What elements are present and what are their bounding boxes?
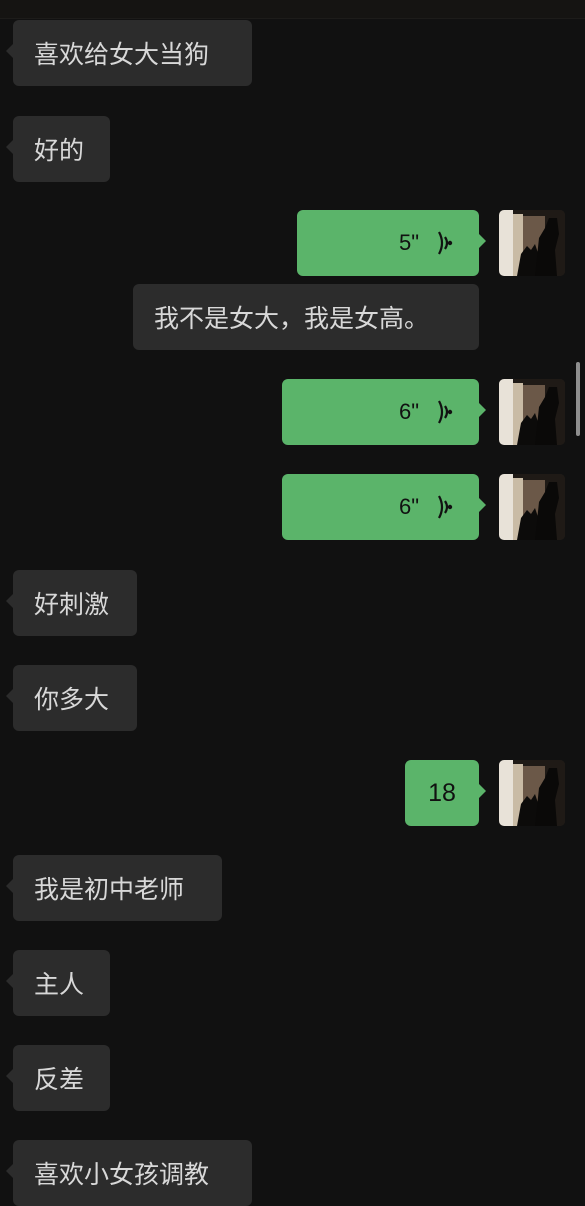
incoming-message[interactable]: 你多大 — [6, 665, 137, 731]
avatar-photo — [499, 210, 565, 276]
avatar-photo — [499, 474, 565, 540]
message-text: 我是初中老师 — [34, 875, 185, 904]
avatar[interactable] — [499, 379, 565, 445]
incoming-message[interactable]: 好的 — [6, 116, 110, 182]
avatar[interactable] — [499, 210, 565, 276]
message-text: 反差 — [34, 1065, 85, 1094]
message-text: 好刺激 — [34, 590, 110, 619]
incoming-message[interactable]: 喜欢小女孩调教 — [6, 1140, 252, 1206]
voice-wave-icon — [438, 495, 453, 519]
message-text: 喜欢给女大当狗 — [34, 40, 210, 69]
outgoing-voice-message[interactable]: 5" — [297, 210, 486, 276]
status-bar — [0, 0, 585, 19]
incoming-message[interactable]: 反差 — [6, 1045, 110, 1111]
outgoing-message[interactable]: 18 — [405, 760, 486, 826]
message-text: 你多大 — [34, 685, 110, 714]
voice-wave-icon — [438, 231, 453, 255]
message-text: 好的 — [34, 136, 85, 165]
voice-wave-icon — [438, 400, 453, 424]
avatar-photo — [499, 379, 565, 445]
message-text: 喜欢小女孩调教 — [34, 1160, 210, 1189]
avatar[interactable] — [499, 474, 565, 540]
incoming-message[interactable]: 主人 — [6, 950, 110, 1016]
incoming-message[interactable]: 我不是女大，我是女高。 — [133, 284, 479, 350]
incoming-message[interactable]: 喜欢给女大当狗 — [6, 20, 252, 86]
outgoing-voice-message[interactable]: 6" — [282, 474, 486, 540]
avatar[interactable] — [499, 760, 565, 826]
voice-duration: 6" — [398, 399, 419, 424]
message-text: 18 — [428, 778, 456, 807]
voice-duration: 5" — [398, 230, 419, 255]
message-text: 主人 — [34, 970, 85, 999]
voice-duration: 6" — [398, 494, 419, 519]
message-text: 我不是女大，我是女高。 — [154, 304, 430, 333]
incoming-message[interactable]: 我是初中老师 — [6, 855, 222, 921]
incoming-message[interactable]: 好刺激 — [6, 570, 137, 636]
scrollbar[interactable] — [576, 362, 580, 436]
outgoing-voice-message[interactable]: 6" — [282, 379, 486, 445]
avatar-photo — [499, 760, 565, 826]
